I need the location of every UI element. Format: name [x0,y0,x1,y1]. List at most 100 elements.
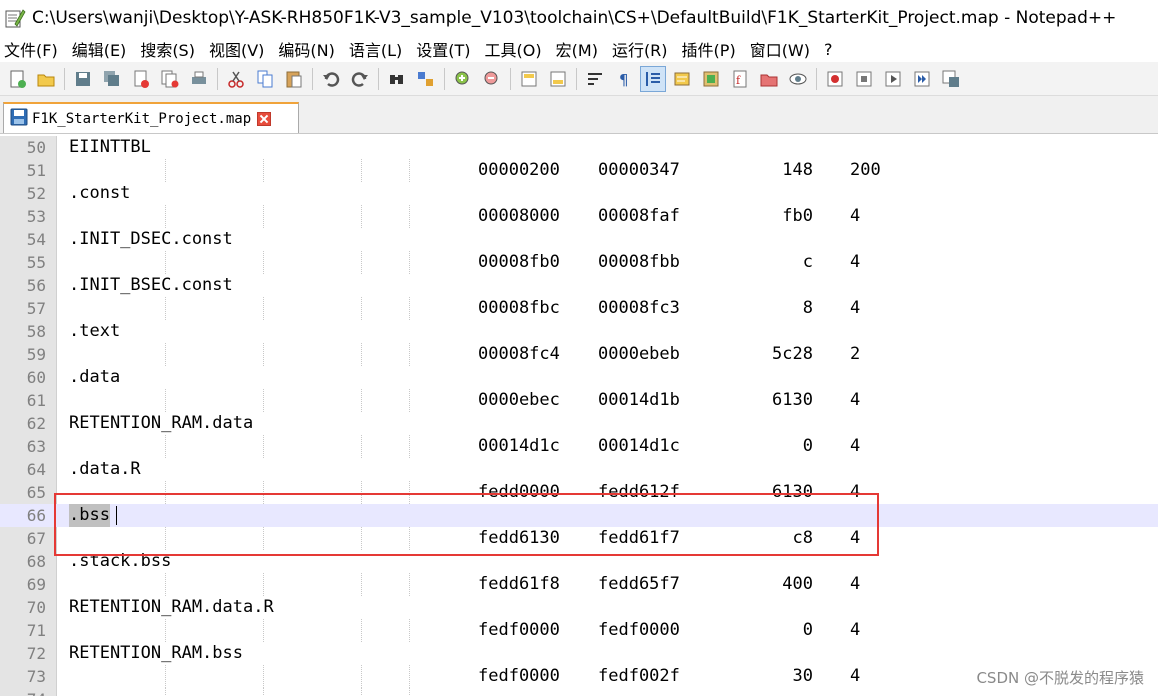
save-all-icon[interactable] [99,66,125,92]
section-name: RETENTION_RAM.data.R [69,597,274,617]
run-macro-multiple-icon[interactable] [909,66,935,92]
word-wrap-icon[interactable] [582,66,608,92]
save-macro-icon[interactable] [938,66,964,92]
indent-guide [409,573,410,596]
close-all-icon[interactable] [157,66,183,92]
stop-record-icon[interactable] [851,66,877,92]
title-bar: C:\Users\wanji\Desktop\Y-ASK-RH850F1K-V3… [0,0,1158,36]
indent-guide [409,389,410,412]
code-line[interactable]: 54 .INIT_DSEC.const [0,228,1158,251]
menu-item[interactable]: ? [824,40,833,59]
indent-guide [263,389,264,412]
record-macro-icon[interactable] [822,66,848,92]
toolbar: ¶ f [0,62,1158,96]
menu-item[interactable]: 插件(P) [682,37,736,61]
indent-guide [165,251,166,274]
menu-item[interactable]: 编码(N) [278,37,334,61]
sync-horizontal-icon[interactable] [545,66,571,92]
code-line[interactable]: 51 00000200 00000347 148 200 [0,159,1158,182]
save-icon[interactable] [70,66,96,92]
indent-guide-icon[interactable] [640,65,666,92]
section-size: 30 [792,666,813,686]
new-file-icon[interactable] [4,66,30,92]
code-line[interactable]: 58 .text [0,320,1158,343]
menu-item[interactable]: 搜索(S) [140,37,195,61]
indent-guide [361,159,362,182]
code-line[interactable]: 66 .bss [0,504,1158,527]
menu-item[interactable]: 编辑(E) [72,37,127,61]
function-list-icon[interactable]: f [727,66,753,92]
code-line[interactable]: 55 00008fb0 00008fbb c 4 [0,251,1158,274]
replace-icon[interactable] [413,66,439,92]
indent-guide [409,251,410,274]
undo-icon[interactable] [318,66,344,92]
end-address: fedf002f [598,666,680,686]
paste-icon[interactable] [281,66,307,92]
folder-as-workspace-icon[interactable] [756,66,782,92]
section-size: fb0 [782,206,813,226]
redo-icon[interactable] [347,66,373,92]
code-line[interactable]: 65 fedd0000 fedd612f 6130 4 [0,481,1158,504]
indent-guide [361,435,362,458]
show-all-chars-icon[interactable]: ¶ [611,66,637,92]
code-line[interactable]: 64 .data.R [0,458,1158,481]
indent-guide [165,343,166,366]
tab-map-file[interactable]: F1K_StarterKit_Project.map [3,102,299,133]
code-line[interactable]: 53 00008000 00008faf fb0 4 [0,205,1158,228]
code-line[interactable]: 63 00014d1c 00014d1c 0 4 [0,435,1158,458]
doc-map-icon[interactable] [698,66,724,92]
menu-item[interactable]: 宏(M) [556,37,598,61]
sync-vertical-icon[interactable] [516,66,542,92]
line-number: 56 [26,276,46,295]
indent-guide [263,573,264,596]
indent-guide [361,665,362,688]
end-address: 00008faf [598,206,680,226]
code-line[interactable]: 67 fedd6130 fedd61f7 c8 4 [0,527,1158,550]
code-line[interactable]: 62 RETENTION_RAM.data [0,412,1158,435]
editor[interactable]: 50 EIINTTBL 51 00000200 00000347 148 200 52 .con… [0,136,1158,696]
indent-guide [263,297,264,320]
menu-item[interactable]: 工具(O) [485,37,542,61]
line-number: 74 [0,688,46,696]
section-name: .text [69,321,121,341]
cut-icon[interactable] [223,66,249,92]
indent-guide [361,527,362,550]
code-line[interactable]: 59 00008fc4 0000ebeb 5c28 2 [0,343,1158,366]
open-file-icon[interactable] [33,66,59,92]
play-macro-icon[interactable] [880,66,906,92]
copy-icon[interactable] [252,66,278,92]
menu-item[interactable]: 文件(F) [4,37,58,61]
code-line[interactable]: 71 fedf0000 fedf0000 0 4 [0,619,1158,642]
monitor-icon[interactable] [785,66,811,92]
code-line[interactable]: 70 RETENTION_RAM.data.R [0,596,1158,619]
menu-item[interactable]: 视图(V) [209,37,264,61]
start-address: fedd6130 [478,528,560,548]
code-line[interactable]: 56 .INIT_BSEC.const [0,274,1158,297]
close-tab-icon[interactable] [257,111,272,126]
code-line[interactable]: 61 0000ebec 00014d1b 6130 4 [0,389,1158,412]
code-line[interactable]: 68 .stack.bss [0,550,1158,573]
alignment: 4 [850,574,861,594]
code-line[interactable]: 69 fedd61f8 fedd65f7 400 4 [0,573,1158,596]
indent-guide [361,619,362,642]
print-icon[interactable] [186,66,212,92]
line-number: 62 [26,414,46,433]
menu-item[interactable]: 运行(R) [612,37,668,61]
zoom-out-icon[interactable] [479,66,505,92]
menu-item[interactable]: 语言(L) [349,37,402,61]
code-line[interactable]: 60 .data [0,366,1158,389]
menu-item[interactable]: 窗口(W) [750,37,810,61]
toolbar-separator [816,67,817,90]
code-line[interactable]: 52 .const [0,182,1158,205]
toolbar-separator [312,67,313,90]
zoom-in-icon[interactable] [450,66,476,92]
language-icon[interactable] [669,66,695,92]
find-icon[interactable] [384,66,410,92]
svg-text:¶: ¶ [619,71,629,89]
close-icon[interactable] [128,66,154,92]
code-line[interactable]: 50 EIINTTBL [0,136,1158,159]
code-line[interactable]: 74 [0,688,1158,696]
code-line[interactable]: 72 RETENTION_RAM.bss [0,642,1158,665]
menu-item[interactable]: 设置(T) [416,37,470,61]
code-line[interactable]: 57 00008fbc 00008fc3 8 4 [0,297,1158,320]
